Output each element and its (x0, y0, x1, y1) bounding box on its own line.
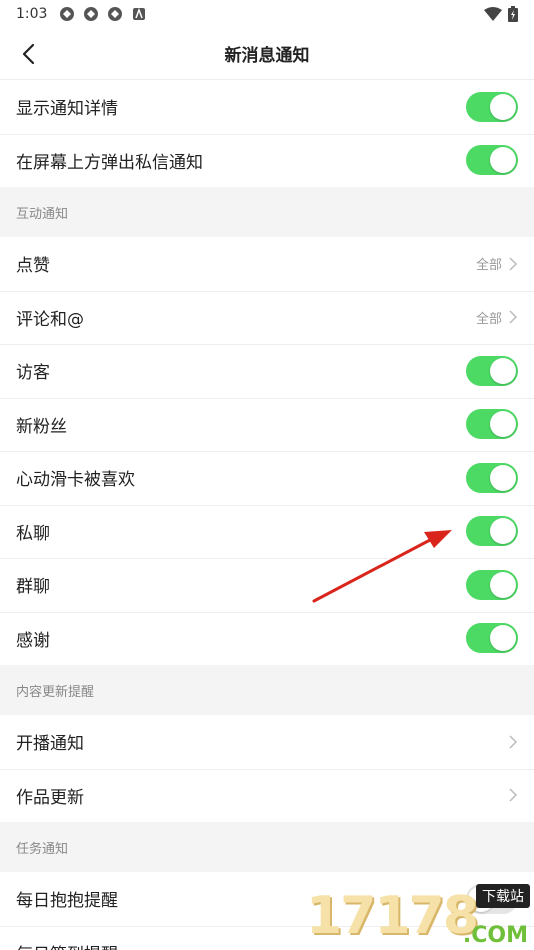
battery-icon (508, 6, 518, 22)
row-label: 每日签到提醒 (16, 940, 118, 950)
section-header-content: 内容更新提醒 (0, 665, 534, 715)
watermark-digits: 17178 (306, 886, 479, 946)
toggle-switch[interactable] (466, 516, 518, 547)
thanks-row[interactable]: 感谢 (0, 611, 534, 665)
row-label: 感谢 (16, 630, 50, 651)
chevron-right-icon (509, 735, 518, 749)
toggle-switch[interactable] (466, 145, 518, 176)
notification-icon (108, 7, 123, 21)
section-header-tasks: 任务通知 (0, 822, 534, 872)
show-details-row[interactable]: 显示通知详情 (0, 80, 534, 134)
row-label: 每日抱抱提醒 (16, 891, 118, 912)
row-label: 点赞 (16, 256, 50, 277)
app-notification-icon (133, 7, 146, 20)
toggle-switch[interactable] (466, 409, 518, 440)
live-start-row[interactable]: 开播通知 (0, 715, 534, 769)
back-arrow-icon (22, 43, 35, 65)
toggle-switch[interactable] (466, 569, 518, 600)
row-label: 访客 (16, 363, 50, 384)
visitors-row[interactable]: 访客 (0, 344, 534, 398)
nav-bar: 新消息通知 (0, 28, 534, 80)
watermark-badge: 下载站 (476, 884, 530, 908)
chevron-right-icon (509, 310, 518, 324)
row-value: 全部 (475, 311, 502, 327)
notification-icon (60, 7, 75, 21)
row-label: 新粉丝 (16, 416, 67, 437)
back-button[interactable] (14, 40, 42, 68)
row-label: 心动滑卡被喜欢 (16, 470, 135, 491)
private-chat-row[interactable]: 私聊 (0, 504, 534, 558)
row-label: 作品更新 (16, 787, 84, 808)
row-label: 群聊 (16, 577, 50, 598)
row-label: 评论和@ (16, 309, 84, 330)
likes-row[interactable]: 点赞 全部 (0, 237, 534, 291)
row-value: 全部 (475, 258, 502, 274)
section-header-interaction: 互动通知 (0, 187, 534, 237)
toggle-switch[interactable] (466, 91, 518, 122)
settings-list: 显示通知详情 在屏幕上方弹出私信通知 互动通知 点赞 全部 评论和@ 全部 访客… (0, 80, 534, 950)
swipe-liked-row[interactable]: 心动滑卡被喜欢 (0, 451, 534, 505)
status-bar: 1:03 (0, 0, 534, 28)
row-label: 显示通知详情 (16, 99, 118, 120)
new-fans-row[interactable]: 新粉丝 (0, 397, 534, 451)
page-title: 新消息通知 (224, 46, 310, 66)
watermark-suffix: .COM (462, 923, 528, 948)
row-label: 开播通知 (16, 734, 84, 755)
wifi-icon (484, 7, 502, 21)
row-label: 私聊 (16, 523, 50, 544)
toggle-switch[interactable] (466, 355, 518, 386)
status-time: 1:03 (16, 6, 48, 22)
row-label: 在屏幕上方弹出私信通知 (16, 152, 203, 173)
popup-private-msg-row[interactable]: 在屏幕上方弹出私信通知 (0, 133, 534, 187)
chevron-right-icon (509, 257, 518, 271)
site-watermark: 17178 下载站 .COM (306, 884, 534, 950)
comments-row[interactable]: 评论和@ 全部 (0, 290, 534, 344)
toggle-switch[interactable] (466, 462, 518, 493)
toggle-switch[interactable] (466, 623, 518, 654)
group-chat-row[interactable]: 群聊 (0, 558, 534, 612)
notification-icon (84, 7, 99, 21)
chevron-right-icon (509, 788, 518, 802)
works-update-row[interactable]: 作品更新 (0, 768, 534, 822)
